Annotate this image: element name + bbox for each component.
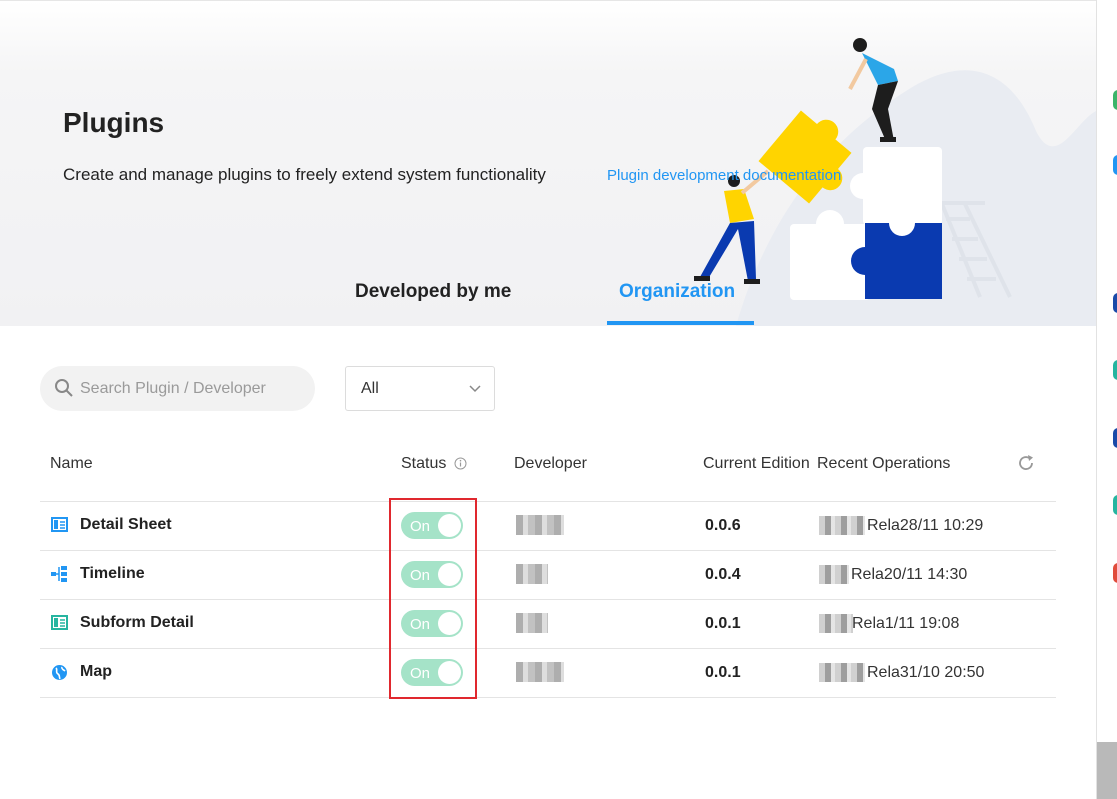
side-indicator xyxy=(1113,495,1117,515)
toggle-label: On xyxy=(410,567,431,584)
search-box[interactable] xyxy=(40,366,315,411)
tab-developed-by-me[interactable]: Developed by me xyxy=(355,281,511,303)
plugin-name[interactable]: Timeline xyxy=(80,565,145,583)
operator-blurred xyxy=(819,614,853,633)
side-indicator xyxy=(1113,360,1117,380)
developer-avatar-blurred xyxy=(516,613,548,633)
toggle-knob xyxy=(438,612,461,635)
toggle-label: On xyxy=(410,616,431,633)
info-icon[interactable] xyxy=(454,457,467,470)
side-indicator xyxy=(1113,155,1117,175)
developer-avatar-blurred xyxy=(516,515,564,535)
plugin-name[interactable]: Subform Detail xyxy=(80,614,194,632)
toggle-knob xyxy=(438,563,461,586)
side-indicator xyxy=(1113,90,1117,110)
toggle-knob xyxy=(438,514,461,537)
toggle-label: On xyxy=(410,518,431,535)
refresh-icon[interactable] xyxy=(1016,453,1036,473)
table-row[interactable]: Subform Detail On 0.0.1 Rela1/11 19:08 xyxy=(40,599,1056,648)
detail-sheet-icon xyxy=(51,517,68,532)
chevron-down-icon xyxy=(469,385,481,393)
timeline-icon xyxy=(51,566,67,582)
developer-avatar-blurred xyxy=(516,662,564,682)
column-header-developer: Developer xyxy=(514,455,587,472)
recent-operation: Rela28/11 10:29 xyxy=(867,517,984,534)
plugin-edition: 0.0.1 xyxy=(705,664,741,681)
plugin-edition: 0.0.1 xyxy=(705,615,741,632)
recent-operation: Rela31/10 20:50 xyxy=(867,664,985,681)
operator-blurred xyxy=(819,565,849,584)
status-toggle[interactable]: On xyxy=(401,659,463,686)
side-panel-edge xyxy=(1096,0,1117,799)
search-icon xyxy=(55,379,73,397)
column-header-name: Name xyxy=(50,455,93,472)
hero-banner: Plugins Create and manage plugins to fre… xyxy=(0,1,1096,326)
table-divider xyxy=(40,697,1056,698)
plugin-edition: 0.0.4 xyxy=(705,566,741,583)
table-row[interactable]: Timeline On 0.0.4 Rela20/11 14:30 xyxy=(40,550,1056,599)
toggle-label: On xyxy=(410,665,431,682)
toggle-knob xyxy=(438,661,461,684)
side-indicator xyxy=(1113,428,1117,448)
status-toggle[interactable]: On xyxy=(401,561,463,588)
page-subtitle: Create and manage plugins to freely exte… xyxy=(63,165,546,184)
map-icon xyxy=(52,665,67,680)
plugin-name[interactable]: Detail Sheet xyxy=(80,516,172,534)
table-row[interactable]: Map On 0.0.1 Rela31/10 20:50 xyxy=(40,648,1056,697)
status-toggle[interactable]: On xyxy=(401,610,463,637)
subform-detail-icon xyxy=(51,615,68,630)
status-toggle[interactable]: On xyxy=(401,512,463,539)
column-header-operations: Recent Operations xyxy=(817,455,951,472)
scope-select-value: All xyxy=(361,380,379,397)
search-input[interactable] xyxy=(80,366,308,411)
plugin-docs-link[interactable]: Plugin development documentation xyxy=(607,167,841,184)
operator-blurred xyxy=(819,663,865,682)
developer-avatar-blurred xyxy=(516,564,548,584)
scope-select[interactable]: All xyxy=(345,366,495,411)
active-tab-indicator xyxy=(607,321,754,325)
column-header-status: Status xyxy=(401,455,447,472)
page-title: Plugins xyxy=(63,107,165,138)
operator-blurred xyxy=(819,516,865,535)
side-indicator xyxy=(1113,293,1117,313)
plugins-page: Plugins Create and manage plugins to fre… xyxy=(0,0,1096,799)
plugin-edition: 0.0.6 xyxy=(705,517,741,534)
plugin-name[interactable]: Map xyxy=(80,663,112,681)
recent-operation: Rela20/11 14:30 xyxy=(851,566,968,583)
recent-operation: Rela1/11 19:08 xyxy=(852,615,960,632)
scrollbar-thumb[interactable] xyxy=(1097,742,1117,799)
side-indicator xyxy=(1113,563,1117,583)
table-row[interactable]: Detail Sheet On 0.0.6 Rela28/11 10:29 xyxy=(40,501,1056,550)
column-header-edition: Current Edition xyxy=(703,455,810,472)
